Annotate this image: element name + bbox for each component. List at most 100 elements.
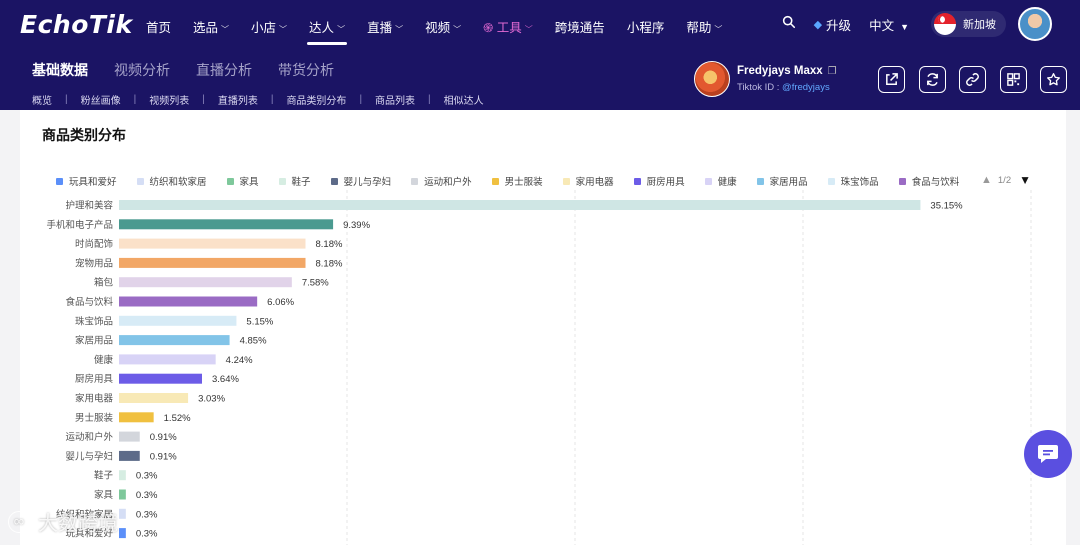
favorite-button[interactable]: [1040, 66, 1067, 93]
bar[interactable]: [119, 238, 306, 249]
bar[interactable]: [119, 296, 258, 307]
bar[interactable]: [119, 470, 126, 481]
value-label: 4.24%: [226, 355, 253, 366]
chevron-down-icon: ﹀: [395, 24, 404, 34]
category-label: 护理和美容: [65, 200, 113, 212]
section-link-0[interactable]: 概览: [32, 92, 52, 107]
nav-item-6[interactable]: ֍ 工具 ﹀: [483, 17, 533, 36]
nav-item-7[interactable]: 跨境通告: [555, 17, 605, 36]
legend-item[interactable]: 玩具和爱好: [56, 174, 117, 188]
bar[interactable]: [119, 508, 126, 519]
bar[interactable]: [119, 335, 230, 346]
legend-swatch: [898, 177, 906, 185]
tab-2[interactable]: 直播分析: [196, 60, 252, 80]
nav-item-3[interactable]: 达人 ﹀: [307, 17, 348, 45]
tiktok-id: Tiktok ID : @fredyjays: [737, 82, 837, 93]
bar[interactable]: [119, 219, 334, 230]
pager-text: 1/2: [997, 174, 1012, 186]
legend-item[interactable]: 家用电器: [562, 174, 614, 188]
influencer-avatar[interactable]: [694, 61, 730, 97]
nav-item-label: 跨境通告: [554, 20, 605, 35]
bar[interactable]: [119, 431, 140, 442]
nav-item-0[interactable]: 首页: [146, 17, 171, 36]
bar[interactable]: [119, 277, 292, 288]
pager-up-arrow-icon[interactable]: ▲: [981, 174, 992, 186]
bar[interactable]: [119, 315, 237, 326]
chevron-down-icon: ﹀: [714, 24, 723, 34]
value-label: 5.15%: [246, 316, 273, 327]
header-right: ◆ 升级 中文 ▼ 新加坡: [782, 7, 1052, 41]
value-label: 0.3%: [136, 529, 158, 540]
tab-1[interactable]: 视频分析: [114, 60, 170, 80]
legend-item[interactable]: 食品与饮料: [898, 174, 960, 188]
nav-item-label: 达人: [309, 20, 335, 35]
bar[interactable]: [119, 354, 216, 365]
section-link-6[interactable]: 相似达人: [444, 92, 484, 107]
legend-label: 食品与饮料: [911, 177, 960, 188]
nav-item-2[interactable]: 小店 ﹀: [251, 17, 287, 36]
link-separator: |: [65, 94, 68, 105]
legend-item[interactable]: 纺织和软家居: [136, 174, 207, 188]
bar[interactable]: [119, 528, 126, 539]
section-link-1[interactable]: 粉丝画像: [81, 92, 121, 107]
value-label: 0.3%: [136, 509, 158, 520]
category-label: 男士服装: [75, 412, 114, 424]
legend-swatch: [756, 177, 764, 185]
bar[interactable]: [119, 489, 126, 500]
bar[interactable]: [119, 450, 140, 461]
legend-item[interactable]: 运动和户外: [411, 174, 472, 188]
nav-item-9[interactable]: 帮助 ﹀: [686, 17, 722, 36]
echotik-logo[interactable]: EchoTik: [20, 10, 133, 39]
nav-item-label: 视频: [425, 20, 451, 35]
user-avatar[interactable]: [1018, 7, 1052, 41]
value-label: 6.06%: [267, 297, 294, 308]
share-button[interactable]: [878, 66, 905, 93]
legend-item[interactable]: 家居用品: [756, 174, 808, 188]
bar[interactable]: [119, 393, 189, 403]
section-link-3[interactable]: 直播列表: [218, 92, 258, 107]
refresh-button[interactable]: [918, 66, 946, 93]
legend-item[interactable]: 男士服装: [491, 174, 543, 188]
section-link-4[interactable]: 商品类别分布: [286, 92, 346, 107]
legend-label: 珠宝饰品: [840, 177, 879, 188]
nav-item-8[interactable]: 小程序: [627, 17, 665, 36]
chevron-down-icon: ﹀: [453, 24, 462, 34]
tiktok-handle-link[interactable]: @fredyjays: [782, 82, 830, 93]
bar[interactable]: [119, 373, 202, 384]
tab-0[interactable]: 基础数据: [32, 60, 88, 80]
legend-item[interactable]: 家具: [226, 174, 259, 188]
tab-3[interactable]: 带货分析: [278, 60, 334, 80]
legend-item[interactable]: 健康: [704, 174, 737, 188]
copy-link-button[interactable]: [959, 66, 986, 93]
legend-item[interactable]: 婴儿与孕妇: [330, 174, 391, 188]
legend-item[interactable]: 珠宝饰品: [827, 174, 879, 188]
legend-item[interactable]: 厨房用具: [633, 174, 685, 188]
language-selector[interactable]: 中文 ▼: [869, 15, 909, 34]
section-link-2[interactable]: 视频列表: [149, 92, 189, 107]
category-label: 手机和电子产品: [46, 219, 113, 231]
influencer-name: Fredyjays Maxx: [737, 65, 823, 77]
copy-icon[interactable]: ❐: [828, 66, 837, 77]
legend-item[interactable]: 鞋子: [278, 174, 311, 188]
bar[interactable]: [119, 200, 921, 210]
chat-support-button[interactable]: [1024, 430, 1072, 478]
region-selector[interactable]: 新加坡: [931, 11, 1006, 37]
watermark-logo-icon: ∞: [8, 510, 30, 533]
nav-item-5[interactable]: 视频 ﹀: [425, 17, 461, 36]
nav-item-label: 帮助: [686, 20, 712, 35]
bar[interactable]: [119, 412, 154, 423]
category-label: 家居用品: [75, 335, 113, 347]
nav-item-4[interactable]: 直播 ﹀: [367, 17, 403, 36]
category-label: 宠物用品: [75, 257, 113, 269]
value-label: 9.39%: [343, 220, 370, 231]
section-link-5[interactable]: 商品列表: [375, 92, 415, 107]
pager-down-arrow-icon[interactable]: ▼: [1019, 173, 1031, 187]
bar[interactable]: [119, 257, 306, 268]
category-label: 食品与饮料: [65, 296, 113, 308]
nav-item-1[interactable]: 选品 ﹀: [193, 17, 229, 36]
diamond-icon: ◆: [813, 18, 823, 31]
search-icon[interactable]: [782, 15, 796, 34]
qr-code-button[interactable]: [999, 66, 1027, 93]
upgrade-label: 升级: [826, 18, 852, 33]
upgrade-button[interactable]: ◆ 升级: [814, 15, 851, 34]
